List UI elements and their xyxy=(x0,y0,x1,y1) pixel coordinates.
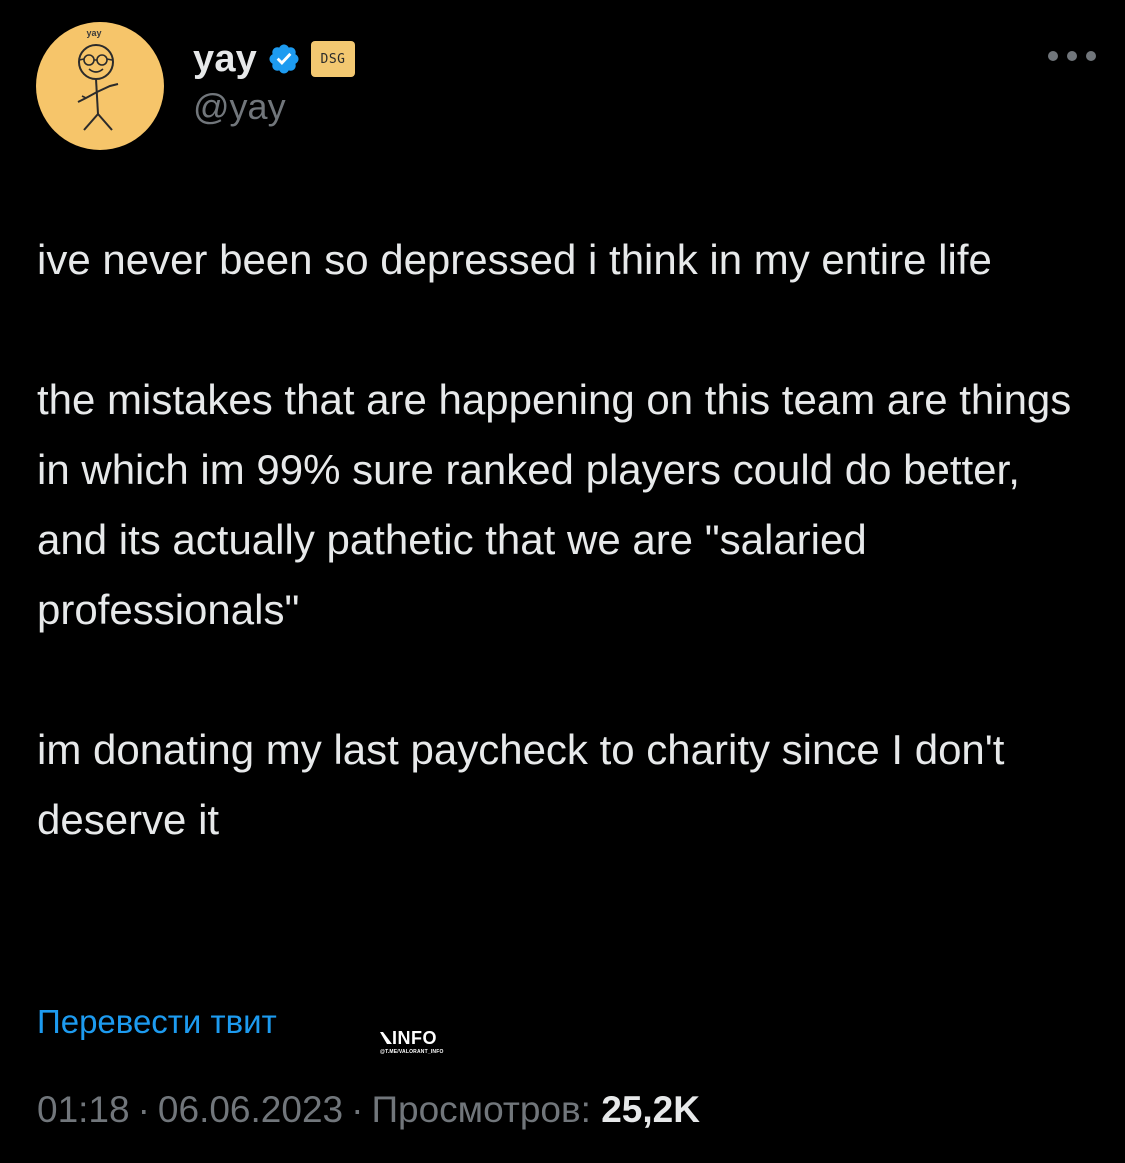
verified-badge-icon[interactable] xyxy=(267,42,301,76)
tweet-date[interactable]: 06.06.2023 xyxy=(158,1089,343,1130)
tweet-paragraph: im donating my last paycheck to charity … xyxy=(37,726,1005,843)
user-handle[interactable]: @yay xyxy=(193,86,355,128)
separator: · xyxy=(351,1089,364,1130)
watermark-logo: INFO @T.ME/VALORANT_INFO xyxy=(380,1028,450,1062)
watermark-sub: @T.ME/VALORANT_INFO xyxy=(380,1049,444,1055)
tweet-meta: 01:18 · 06.06.2023 · Просмотров: 25,2K xyxy=(37,1089,700,1131)
separator: · xyxy=(137,1089,150,1130)
tweet-header: yay yay DSG @yay xyxy=(36,22,1096,152)
views-label: Просмотров: xyxy=(371,1089,591,1130)
tweet-text: ive never been so depressed i think in m… xyxy=(37,225,1097,855)
more-dot xyxy=(1048,51,1058,61)
tweet-paragraph: ive never been so depressed i think in m… xyxy=(37,236,992,283)
more-options-icon[interactable] xyxy=(1048,44,1096,68)
name-row: yay DSG xyxy=(193,36,356,82)
watermark-main: INFO xyxy=(380,1028,450,1048)
tweet-time[interactable]: 01:18 xyxy=(37,1089,130,1130)
avatar[interactable]: yay xyxy=(36,22,164,150)
affiliation-badge[interactable]: DSG xyxy=(311,41,356,77)
more-dot xyxy=(1086,51,1096,61)
author-names: yay DSG @yay xyxy=(193,36,356,128)
tweet-paragraph: the mistakes that are happening on this … xyxy=(37,376,1072,633)
views-count[interactable]: 25,2K xyxy=(601,1089,700,1130)
affiliation-badge-label: DSG xyxy=(320,51,346,67)
translate-tweet-link[interactable]: Перевести твит xyxy=(37,1003,277,1041)
avatar-yay-text: yay xyxy=(86,28,101,38)
watermark-main-text: INFO xyxy=(392,1028,437,1048)
display-name[interactable]: yay xyxy=(193,38,257,81)
valorant-v-icon xyxy=(380,1032,392,1044)
stick-figure-avatar-icon: yay xyxy=(77,28,119,131)
more-dot xyxy=(1067,51,1077,61)
